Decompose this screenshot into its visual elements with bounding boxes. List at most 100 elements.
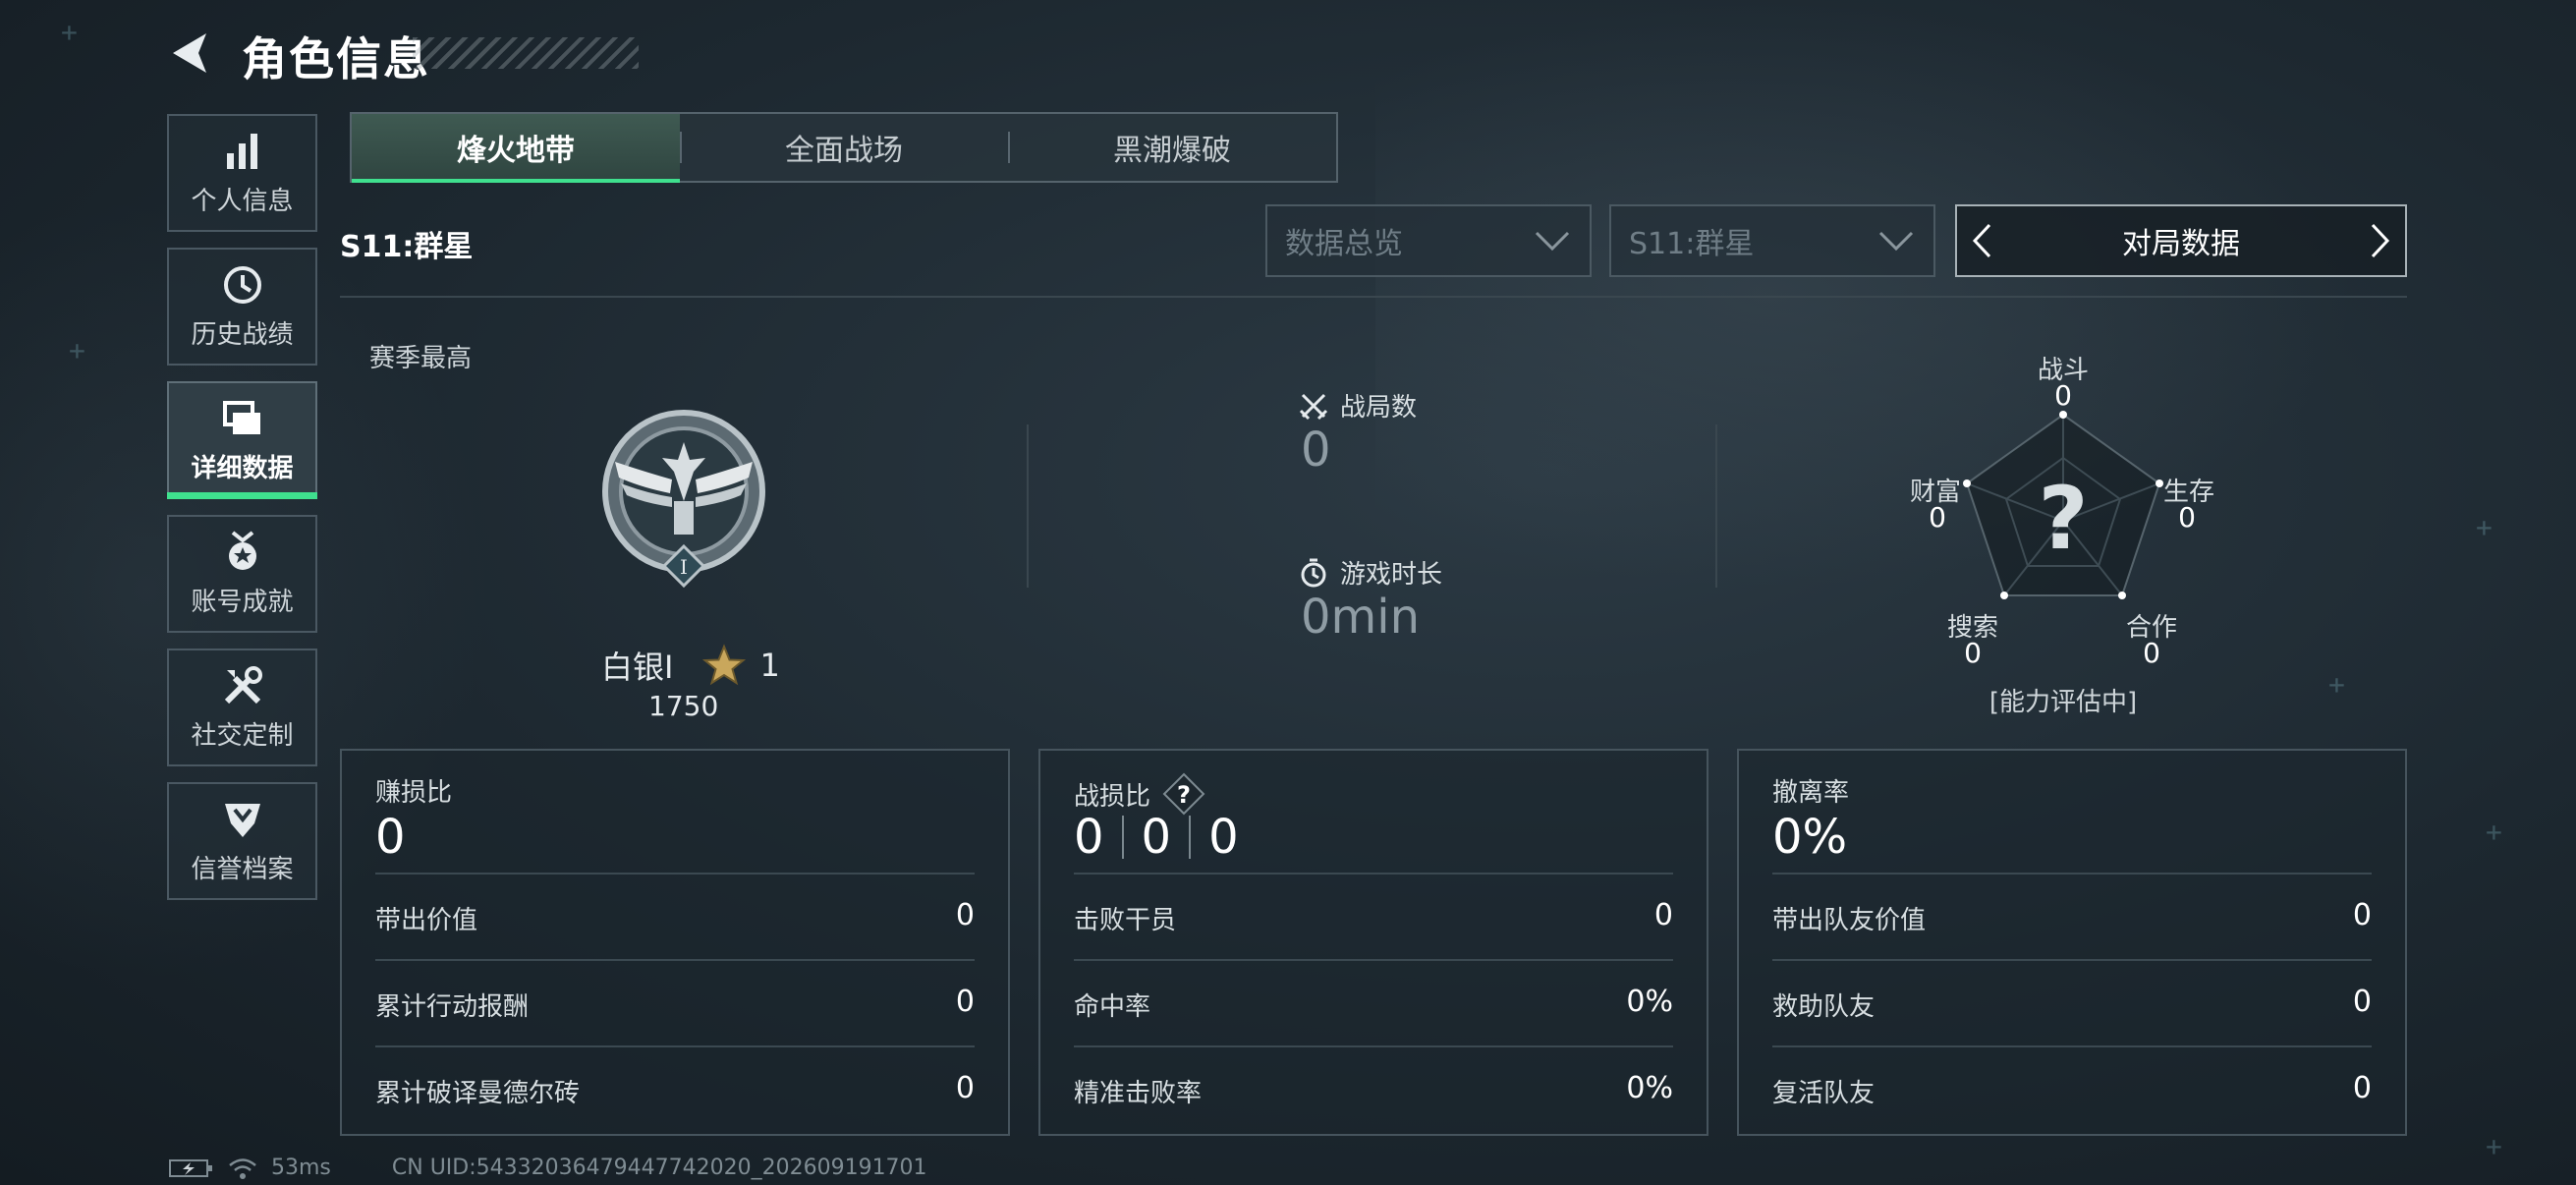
stat-row-value: 0 [955, 1071, 975, 1105]
stat-row-value: 0 [955, 898, 975, 932]
reputation-badge-icon [224, 803, 260, 837]
season-dropdown[interactable]: S11:群星 [1609, 204, 1935, 277]
stat-row-label: 复活队友 [1772, 1079, 1876, 1108]
rank-points: 1750 [648, 690, 719, 722]
stat-row-label: 救助队友 [1772, 992, 1876, 1022]
history-clock-icon [223, 265, 261, 304]
rank-stars: 1 [759, 647, 780, 684]
decor-crosshair: + [2476, 511, 2492, 543]
stat-row-label: 带出队友价值 [1772, 906, 1927, 935]
divider [1772, 959, 2372, 961]
chevron-left-icon [1972, 223, 1991, 258]
decor-crosshair: + [2486, 1130, 2502, 1162]
divider [1074, 959, 1673, 961]
bar-chart-icon [226, 133, 257, 169]
divider [1074, 873, 1673, 875]
stat-row-label: 击败干员 [1074, 906, 1177, 935]
dropdown-value: S11:群星 [1629, 227, 1755, 261]
tools-icon [224, 665, 262, 704]
page-title: 角色信息 [242, 32, 430, 85]
dropdown-value: 数据总览 [1285, 227, 1403, 261]
stats-type-switcher: 对局数据 [1955, 204, 2407, 277]
medal-icon [228, 530, 256, 570]
sidebar-item-personal-info[interactable]: 个人信息 [167, 114, 317, 232]
radar-axis-value: 0 [1964, 637, 1982, 669]
stat-row-value: 0% [1626, 1071, 1673, 1105]
switcher-value: 对局数据 [2122, 227, 2240, 261]
tab-black-tide[interactable]: 黑潮爆破 [1008, 114, 1336, 181]
sidebar-item-history[interactable]: 历史战绩 [167, 248, 317, 366]
chevron-right-icon [2371, 223, 2390, 258]
card-value: 0 [375, 810, 406, 865]
sidebar-item-achievements[interactable]: 账号成就 [167, 515, 317, 633]
radar-axis-value: 0 [2143, 637, 2160, 669]
card-title: 赚损比 [375, 778, 453, 808]
divider [1027, 424, 1029, 588]
divider [1772, 1045, 2372, 1047]
matches-value: 0 [1301, 423, 1331, 478]
playtime-label: 游戏时长 [1299, 554, 1442, 591]
card-title: 战损比 [1074, 781, 1151, 812]
decor-crosshair: + [61, 16, 78, 48]
stat-row-label: 累计行动报酬 [375, 992, 530, 1022]
value-divider [1121, 816, 1124, 859]
mode-tabs: 烽火地带 全面战场 黑潮爆破 [350, 112, 1338, 183]
extraction-card: 撤离率 0% 带出队友价值 0 救助队友 0 复活队友 0 [1737, 749, 2407, 1136]
back-arrow-icon[interactable] [167, 29, 214, 77]
sidebar-item-detailed-data[interactable]: 详细数据 [167, 381, 317, 499]
divider [375, 873, 975, 875]
wifi-icon [229, 1157, 256, 1179]
card-value: 0% [1772, 810, 1848, 865]
decor-crosshair: + [2486, 816, 2502, 848]
divider [375, 959, 975, 961]
tab-full-battlefield[interactable]: 全面战场 [680, 114, 1008, 181]
status-bar: 53ms CN UID:54332036479447742020_2026091… [169, 1156, 927, 1180]
sidebar-item-label: 详细数据 [191, 453, 294, 483]
radar-center-mark: ? [2038, 468, 2088, 569]
ping-value: 53ms [271, 1156, 331, 1180]
combat-value: 0 [1208, 810, 1239, 865]
combat-card: 战损比 ? 0 0 0 击败干员 0 命中率 0% 精准击败率 0% [1038, 749, 1708, 1136]
rank-row: 白银I 1 [601, 643, 780, 688]
svg-text:?: ? [1177, 781, 1191, 809]
playtime-value: 0min [1301, 590, 1421, 645]
divider [375, 1045, 975, 1047]
stat-row-label: 命中率 [1074, 992, 1151, 1022]
divider [1074, 1045, 1673, 1047]
data-view-dropdown[interactable]: 数据总览 [1265, 204, 1592, 277]
sidebar-item-label: 历史战绩 [191, 319, 294, 350]
uid-text: CN UID:54332036479447742020_202609191701 [391, 1156, 927, 1180]
stat-row-label: 累计破译曼德尔砖 [375, 1079, 581, 1108]
decor-crosshair: + [69, 334, 85, 367]
rank-tier: 白银I [601, 649, 674, 686]
sidebar-item-label: 个人信息 [191, 186, 294, 216]
sidebar-item-label: 账号成就 [191, 587, 294, 617]
season-title: S11:群星 [340, 230, 474, 264]
data-cards-icon [222, 400, 260, 434]
sidebar-item-social-custom[interactable]: 社交定制 [167, 649, 317, 766]
season-best-label: 赛季最高 [369, 344, 473, 373]
battery-icon [169, 1158, 212, 1177]
chevron-down-icon [1878, 231, 1914, 252]
combat-value: 0 [1141, 810, 1172, 865]
previous-button[interactable] [1957, 206, 2006, 275]
tab-warzone[interactable]: 烽火地带 [352, 114, 680, 183]
sidebar-item-label: 信誉档案 [191, 854, 294, 884]
decor-crosshair: + [2328, 668, 2345, 701]
profit-card: 赚损比 0 带出价值 0 累计行动报酬 0 累计破译曼德尔砖 0 [340, 749, 1010, 1136]
stat-row-label: 带出价值 [375, 906, 478, 935]
sidebar-item-reputation[interactable]: 信誉档案 [167, 782, 317, 900]
radar-axis-value: 0 [1929, 501, 1946, 534]
stat-row-value: 0 [2352, 898, 2372, 932]
combat-value: 0 [1074, 810, 1104, 865]
rank-numeral: I [680, 555, 688, 579]
title-decoration [413, 37, 639, 69]
combat-values: 0 0 0 [1074, 810, 1239, 865]
radar-axis-value: 0 [2054, 379, 2072, 412]
next-button[interactable] [2356, 206, 2405, 275]
stopwatch-icon [1301, 558, 1326, 587]
crossed-swords-icon [1299, 393, 1328, 420]
stat-row-value: 0 [955, 985, 975, 1019]
stat-row-value: 0% [1626, 985, 1673, 1019]
matches-label: 战局数 [1299, 387, 1417, 423]
